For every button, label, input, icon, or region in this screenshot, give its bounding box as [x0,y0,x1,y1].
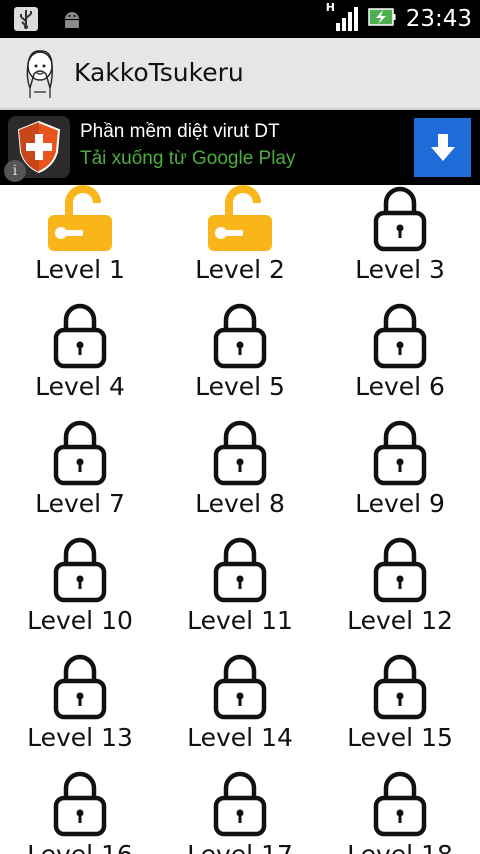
level-cell-15[interactable]: Level 15 [320,653,480,770]
unlocked-padlock-icon [208,185,272,251]
ad-title[interactable]: Phần mềm diệt virut DT [80,121,280,143]
locked-padlock-icon [53,303,107,369]
app-title: KakkoTsukeru [74,58,244,87]
level-label: Level 3 [355,255,445,284]
locked-padlock-icon [213,654,267,720]
android-debug-icon [56,4,88,34]
level-cell-11[interactable]: Level 11 [160,536,320,653]
level-label: Level 6 [355,372,445,401]
level-label: Level 16 [27,840,133,854]
level-cell-17[interactable]: Level 17 [160,770,320,854]
locked-padlock-icon [53,537,107,603]
level-label: Level 15 [347,723,453,752]
action-bar: KakkoTsukeru [0,38,480,110]
locked-padlock-icon [373,303,427,369]
locked-padlock-icon [53,771,107,837]
level-cell-4[interactable]: Level 4 [0,302,160,419]
level-cell-3[interactable]: Level 3 [320,185,480,302]
level-label: Level 17 [187,840,293,854]
level-label: Level 1 [35,255,125,284]
signal-hplus-icon: H [326,1,358,33]
level-label: Level 8 [195,489,285,518]
level-cell-14[interactable]: Level 14 [160,653,320,770]
ad-subtitle[interactable]: Tải xuống từ Google Play [80,148,296,170]
app-character-icon[interactable] [20,48,60,100]
level-cell-6[interactable]: Level 6 [320,302,480,419]
unlocked-padlock-icon [48,185,112,251]
locked-padlock-icon [373,420,427,486]
level-cell-16[interactable]: Level 16 [0,770,160,854]
level-label: Level 9 [355,489,445,518]
level-cell-10[interactable]: Level 10 [0,536,160,653]
level-label: Level 2 [195,255,285,284]
level-cell-8[interactable]: Level 8 [160,419,320,536]
level-label: Level 13 [27,723,133,752]
download-button[interactable] [414,118,471,177]
status-clock: 23:43 [405,6,472,32]
locked-padlock-icon [213,771,267,837]
status-bar: H 23:43 [0,0,480,38]
ad-info-icon[interactable]: i [4,160,26,182]
locked-padlock-icon [53,654,107,720]
locked-padlock-icon [53,420,107,486]
locked-padlock-icon [213,303,267,369]
level-label: Level 14 [187,723,293,752]
level-cell-13[interactable]: Level 13 [0,653,160,770]
level-cell-7[interactable]: Level 7 [0,419,160,536]
locked-padlock-icon [213,537,267,603]
locked-padlock-icon [373,537,427,603]
level-cell-18[interactable]: Level 18 [320,770,480,854]
level-label: Level 4 [35,372,125,401]
level-cell-5[interactable]: Level 5 [160,302,320,419]
locked-padlock-icon [373,771,427,837]
level-label: Level 5 [195,372,285,401]
usb-icon [10,4,42,34]
level-cell-2[interactable]: Level 2 [160,185,320,302]
notification-icons [10,4,88,34]
level-grid: Level 1 Level 2 Level 3 Level 4 Level 5 Level… [0,185,480,854]
ad-banner[interactable]: Phần mềm diệt virut DT Tải xuống từ Goog… [0,110,480,185]
locked-padlock-icon [213,420,267,486]
level-cell-1[interactable]: Level 1 [0,185,160,302]
level-label: Level 12 [347,606,453,635]
level-label: Level 18 [347,840,453,854]
level-label: Level 7 [35,489,125,518]
download-arrow-icon [430,133,455,161]
level-cell-12[interactable]: Level 12 [320,536,480,653]
level-label: Level 11 [187,606,293,635]
battery-charging-icon [367,6,396,32]
locked-padlock-icon [373,186,427,252]
level-label: Level 10 [27,606,133,635]
locked-padlock-icon [373,654,427,720]
level-cell-9[interactable]: Level 9 [320,419,480,536]
